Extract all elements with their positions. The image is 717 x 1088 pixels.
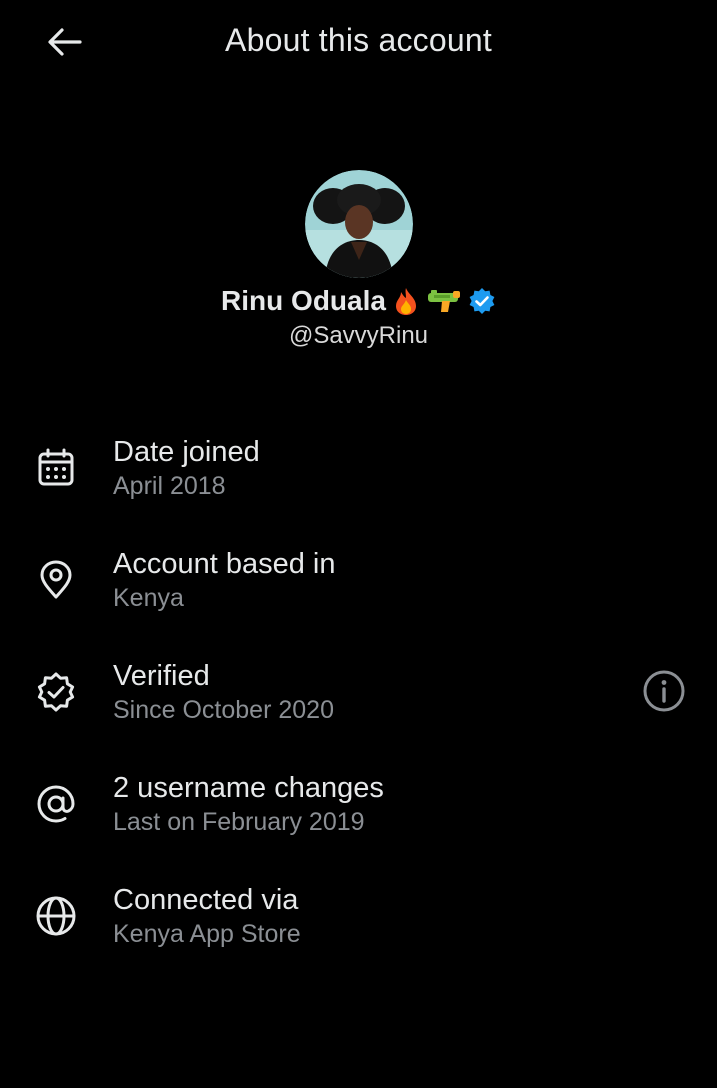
at-sign-icon (34, 782, 78, 826)
verified-checkmark-icon[interactable] (468, 287, 496, 315)
fire-emoji-icon (392, 286, 420, 316)
page-title: About this account (225, 22, 492, 58)
verified-badge-icon (34, 670, 78, 714)
calendar-icon (34, 446, 78, 490)
display-name: Rinu Oduala (221, 285, 386, 316)
location-pin-icon (34, 558, 78, 602)
globe-icon (34, 894, 78, 938)
row-value: Since October 2020 (113, 696, 334, 724)
row-value: Last on February 2019 (113, 808, 365, 836)
account-details-list: Date joined April 2018 Account based in … (0, 428, 717, 988)
list-item-username-changes: 2 username changes Last on February 2019 (0, 764, 717, 876)
list-item-verified: Verified Since October 2020 (0, 652, 717, 764)
row-label: 2 username changes (113, 772, 384, 804)
list-item-date-joined: Date joined April 2018 (0, 428, 717, 540)
list-item-account-based-in: Account based in Kenya (0, 540, 717, 652)
row-label: Account based in (113, 548, 336, 580)
row-label: Date joined (113, 436, 260, 468)
username-handle: @SavvyRinu (288, 322, 429, 349)
row-value: April 2018 (113, 472, 226, 500)
info-icon (643, 670, 685, 712)
verified-info-button[interactable] (641, 668, 687, 714)
name-row: Rinu Oduala (0, 282, 717, 320)
row-value: Kenya App Store (113, 920, 301, 948)
profile-summary: Rinu Oduala @SavvyRinu (0, 170, 717, 350)
list-item-connected-via: Connected via Kenya App Store (0, 876, 717, 988)
top-bar: About this account (0, 0, 717, 86)
row-label: Verified (113, 660, 210, 692)
avatar[interactable] (304, 170, 413, 278)
water-pistol-emoji-icon (426, 288, 462, 314)
row-label: Connected via (113, 884, 299, 916)
row-value: Kenya (113, 584, 184, 612)
